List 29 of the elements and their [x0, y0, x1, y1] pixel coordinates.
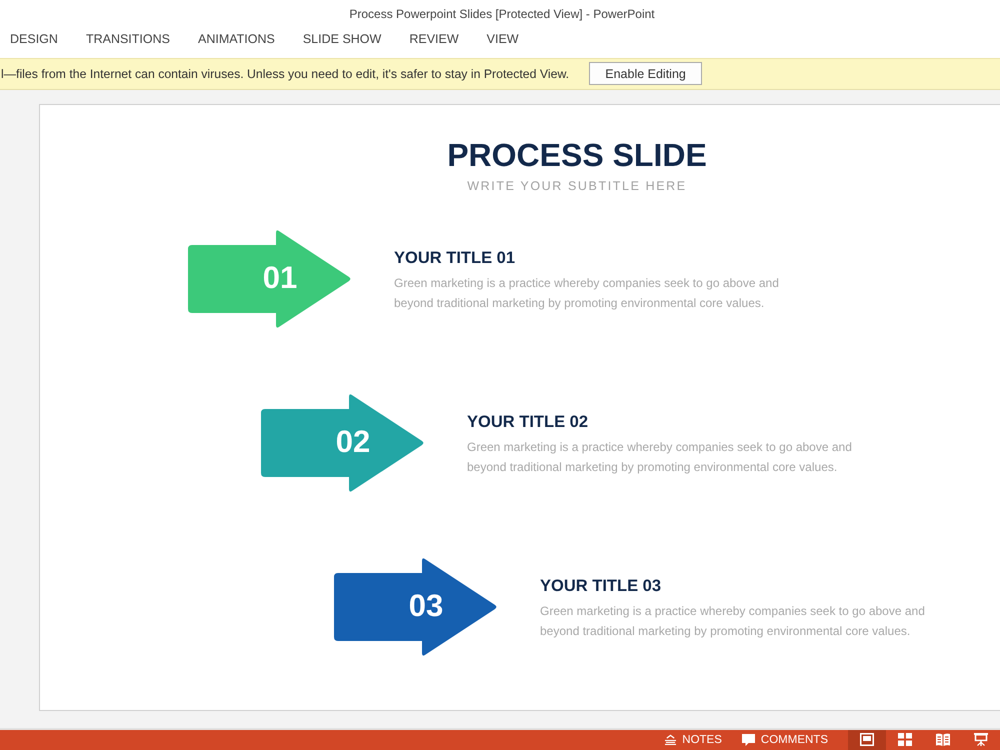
- message-text: l—files from the Internet can contain viruses. Unless you need to edit, it's safer to stay in Protected View.: [1, 66, 570, 81]
- window-title: Process Powerpoint Slides [Protected View] - PowerPoint: [348, 6, 655, 21]
- comments-button[interactable]: COMMENTS: [742, 730, 828, 750]
- ribbon-tab[interactable]: VIEW: [472, 28, 533, 50]
- layout-panel-icon: [860, 733, 874, 746]
- step-title: YOUR TITLE 01: [394, 248, 516, 268]
- caret-lines-icon: [665, 734, 676, 746]
- ribbon-tab[interactable]: TRANSITIONS: [72, 28, 184, 50]
- ribbon-tab[interactable]: SLIDE SHOW: [288, 28, 396, 50]
- step-number: 01: [262, 258, 298, 297]
- step-description: Green marketing is a practice whereby companies seek to go above and beyond traditional marketing by promoting environmental core values.: [394, 274, 780, 312]
- step-number: 03: [408, 586, 444, 625]
- step-description: Green marketing is a practice whereby companies seek to go above and beyond traditional marketing by promoting environmental core values.: [540, 602, 926, 640]
- step-number: 02: [334, 422, 372, 461]
- step-description: Green marketing is a practice whereby companies seek to go above and beyond traditional marketing by promoting environmental core values.: [467, 438, 853, 476]
- step-title: YOUR TITLE 02: [467, 412, 588, 432]
- notes-button[interactable]: NOTES: [665, 730, 722, 750]
- step-title: YOUR TITLE 03: [540, 576, 662, 596]
- slide-title: PROCESS SLIDE: [447, 136, 707, 174]
- grid-icon: [898, 733, 912, 746]
- book-icon: [936, 733, 950, 746]
- ribbon-tab[interactable]: ANIMATIONS: [184, 28, 289, 50]
- projector-screen-icon: [974, 733, 988, 746]
- slide-subtitle: WRITE YOUR SUBTITLE HERE: [467, 178, 687, 194]
- ribbon-tab[interactable]: DESIGN: [0, 28, 72, 50]
- view-button[interactable]: [848, 730, 886, 750]
- speech-bubble-icon: [742, 734, 755, 746]
- ribbon-tab[interactable]: REVIEW: [395, 28, 473, 50]
- enable-editing-button[interactable]: Enable Editing: [589, 62, 702, 86]
